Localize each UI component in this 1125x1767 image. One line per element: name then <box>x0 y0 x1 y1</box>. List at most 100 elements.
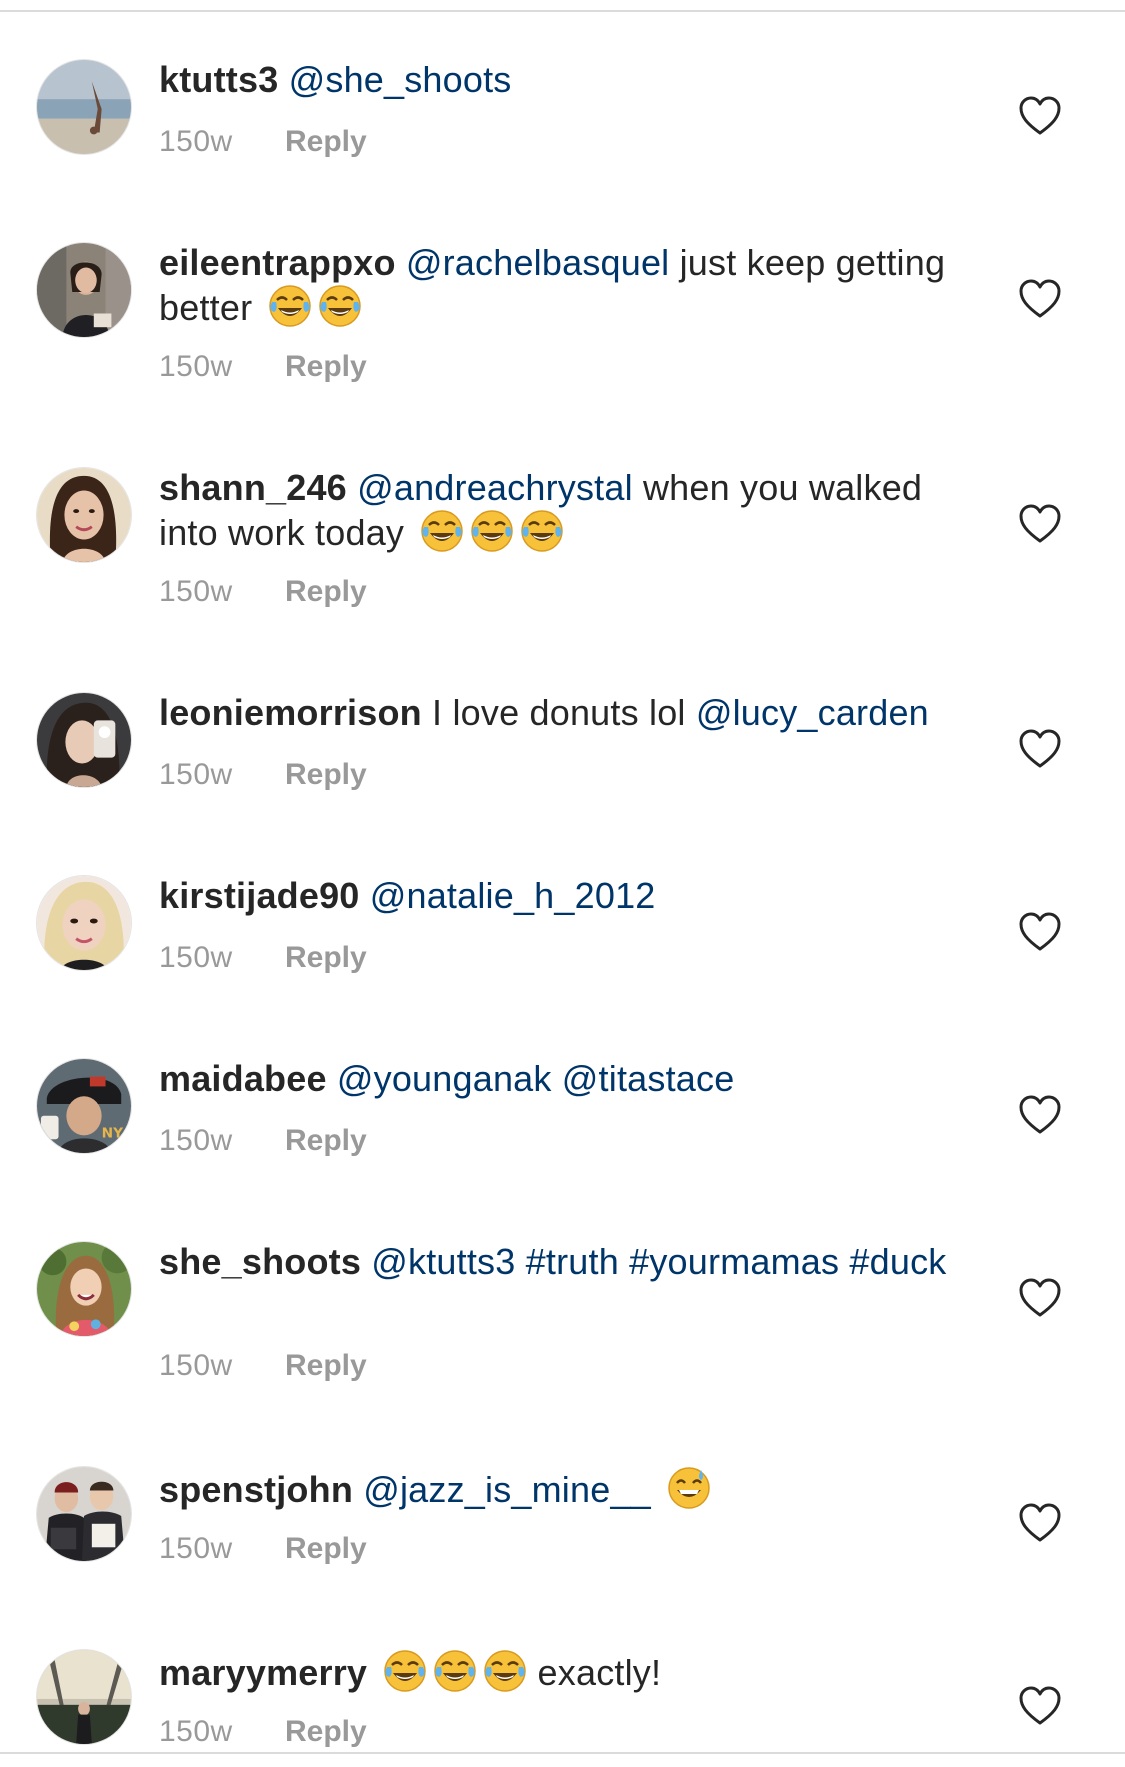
comment-text: maidabee @younganak @titastace <box>159 1058 969 1100</box>
comment-mention[interactable]: @ktutts3 <box>371 1241 515 1282</box>
heart-outline-icon <box>1019 1686 1061 1725</box>
tears-of-joy-emoji-icon <box>483 1649 527 1693</box>
tears-of-joy-emoji-icon <box>420 509 464 553</box>
comment-mention[interactable]: @titastace <box>562 1058 735 1099</box>
comment-timestamp: 150w <box>159 350 233 383</box>
tears-of-joy-emoji-icon <box>383 1649 427 1693</box>
avatar[interactable] <box>36 875 132 971</box>
comment-mention[interactable]: @lucy_carden <box>696 692 929 733</box>
grinning-sweat-emoji-icon <box>667 1466 711 1510</box>
comment-body: I love donuts lol <box>421 692 696 733</box>
like-button[interactable] <box>1018 912 1062 952</box>
heart-outline-icon <box>1019 1503 1061 1542</box>
reply-button[interactable]: Reply <box>285 758 367 791</box>
comment-username[interactable]: shann_246 <box>159 467 347 508</box>
avatar[interactable] <box>36 1241 132 1337</box>
like-button[interactable] <box>1018 729 1062 769</box>
comment-meta: 150w Reply <box>159 1124 367 1158</box>
comment-username[interactable]: maidabee <box>159 1058 327 1099</box>
comment-username[interactable]: leoniemorrison <box>159 692 422 733</box>
comment-meta: 150w Reply <box>159 758 367 792</box>
like-button[interactable] <box>1018 1095 1062 1135</box>
comment-body <box>651 1469 661 1510</box>
comment-text: maryymerry exactly! <box>159 1649 969 1694</box>
reply-button[interactable]: Reply <box>285 575 367 608</box>
comment-body <box>839 1241 849 1282</box>
like-button[interactable] <box>1018 279 1062 319</box>
heart-outline-icon <box>1019 279 1061 318</box>
comment-username[interactable]: eileentrappxo <box>159 242 396 283</box>
heart-outline-icon <box>1019 912 1061 951</box>
comment-text: shann_246 @andreachrystal when you walke… <box>159 467 969 554</box>
comment-mention[interactable]: @jazz_is_mine__ <box>363 1469 651 1510</box>
comment-hashtag[interactable]: #duck <box>849 1241 946 1282</box>
comment-timestamp: 150w <box>159 941 233 974</box>
comment-text: eileentrappxo @rachelbasquel just keep g… <box>159 242 969 329</box>
heart-outline-icon <box>1019 1095 1061 1134</box>
comment-meta: 150w Reply <box>159 1532 367 1566</box>
like-button[interactable] <box>1018 96 1062 136</box>
comment-username[interactable]: kirstijade90 <box>159 875 360 916</box>
comment-mention[interactable]: @younganak <box>337 1058 552 1099</box>
avatar-photo-portrait <box>37 1242 131 1336</box>
reply-button[interactable]: Reply <box>285 125 367 158</box>
comment-body: exactly! <box>527 1652 662 1693</box>
comment-meta: 150w Reply <box>159 125 367 159</box>
avatar[interactable] <box>36 59 132 155</box>
avatar-photo-portrait <box>37 243 131 337</box>
tears-of-joy-emoji-icon <box>470 509 514 553</box>
comment-body <box>367 1652 377 1693</box>
reply-button[interactable]: Reply <box>285 350 367 383</box>
heart-outline-icon <box>1019 504 1061 543</box>
comment-timestamp: 150w <box>159 1715 233 1748</box>
like-button[interactable] <box>1018 1503 1062 1543</box>
comment-timestamp: 150w <box>159 758 233 791</box>
comment-text: she_shoots @ktutts3 #truth #yourmamas #d… <box>159 1241 969 1283</box>
comment-meta: 150w Reply <box>159 1349 367 1383</box>
avatar[interactable] <box>36 1649 132 1745</box>
comment-username[interactable]: she_shoots <box>159 1241 361 1282</box>
tears-of-joy-emoji-icon <box>318 284 362 328</box>
heart-outline-icon <box>1019 96 1061 135</box>
comment-mention[interactable]: @natalie_h_2012 <box>370 875 656 916</box>
avatar[interactable] <box>36 1466 132 1562</box>
comment-mention[interactable]: @andreachrystal <box>357 467 633 508</box>
comment-timestamp: 150w <box>159 1349 233 1382</box>
avatar-photo-outdoor <box>37 1650 131 1744</box>
comment-hashtag[interactable]: #yourmamas <box>629 1241 839 1282</box>
comment-body <box>515 1241 525 1282</box>
avatar[interactable]: NY <box>36 1058 132 1154</box>
comment-username[interactable]: ktutts3 <box>159 59 278 100</box>
avatar[interactable] <box>36 467 132 563</box>
avatar-photo-portrait <box>37 468 131 562</box>
comment-body <box>552 1058 562 1099</box>
comment-mention[interactable]: @she_shoots <box>289 59 512 100</box>
tears-of-joy-emoji-icon <box>433 1649 477 1693</box>
like-button[interactable] <box>1018 1686 1062 1726</box>
heart-outline-icon <box>1019 729 1061 768</box>
comment-body <box>619 1241 629 1282</box>
comment-username[interactable]: spenstjohn <box>159 1469 353 1510</box>
tears-of-joy-emoji-icon <box>268 284 312 328</box>
reply-button[interactable]: Reply <box>285 1124 367 1157</box>
reply-button[interactable]: Reply <box>285 1532 367 1565</box>
avatar[interactable] <box>36 242 132 338</box>
comment-timestamp: 150w <box>159 1124 233 1157</box>
comment-timestamp: 150w <box>159 575 233 608</box>
comment-text: leoniemorrison I love donuts lol @lucy_c… <box>159 692 969 734</box>
like-button[interactable] <box>1018 1278 1062 1318</box>
avatar-photo-portrait: NY <box>37 1059 131 1153</box>
comment-meta: 150w Reply <box>159 941 367 975</box>
avatar-photo-selfie <box>37 876 131 970</box>
comment-username[interactable]: maryymerry <box>159 1652 367 1693</box>
comment-text: spenstjohn @jazz_is_mine__ <box>159 1466 969 1511</box>
heart-outline-icon <box>1019 1278 1061 1317</box>
like-button[interactable] <box>1018 504 1062 544</box>
avatar[interactable] <box>36 692 132 788</box>
reply-button[interactable]: Reply <box>285 941 367 974</box>
reply-button[interactable]: Reply <box>285 1715 367 1748</box>
comment-hashtag[interactable]: #truth <box>526 1241 619 1282</box>
comment-meta: 150w Reply <box>159 1715 367 1749</box>
reply-button[interactable]: Reply <box>285 1349 367 1382</box>
comment-mention[interactable]: @rachelbasquel <box>406 242 670 283</box>
